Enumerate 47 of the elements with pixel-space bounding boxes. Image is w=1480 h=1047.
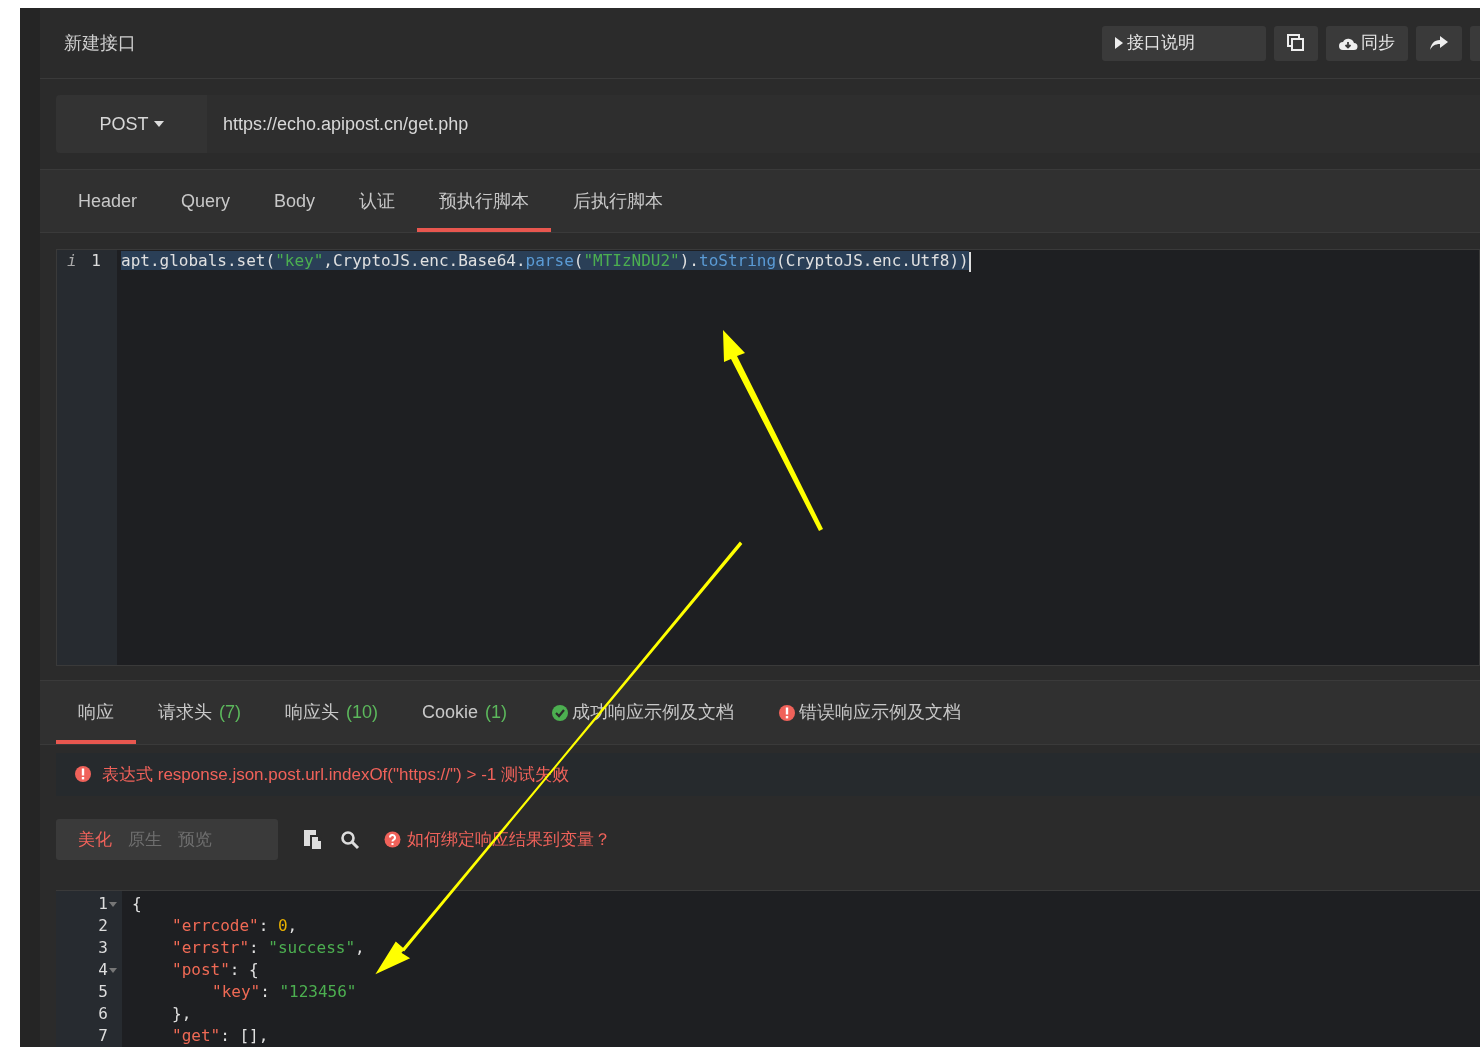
code-line: "get": [], [172, 1025, 269, 1047]
request-tab[interactable]: 预执行脚本 [417, 170, 552, 233]
fold-icon [109, 967, 117, 973]
request-tab[interactable]: 后执行脚本 [551, 170, 686, 233]
copy-icon [1287, 34, 1305, 52]
info-marker: i [67, 250, 77, 273]
response-tab[interactable]: 错误响应示例及文档 [756, 681, 984, 744]
line-number: 7 [98, 1025, 108, 1047]
code-line: "errcode": 0, [172, 915, 298, 937]
response-tab[interactable]: 请求头 (7) [136, 681, 263, 744]
url-field[interactable]: https://echo.apipost.cn/get.php [207, 95, 1480, 154]
request-tab[interactable]: 认证 [337, 170, 418, 233]
line-number: 4 [98, 959, 108, 981]
caret-icon [153, 121, 164, 128]
request-tab[interactable]: Query [159, 170, 253, 233]
check-circle-icon [551, 703, 570, 722]
line-number: 6 [98, 1003, 108, 1025]
code-line: "post": { [172, 959, 259, 981]
code-line: "errstr": "success", [172, 937, 365, 959]
code-line: "key": "123456" [212, 981, 357, 1003]
page-title: 新建接口 [64, 31, 136, 55]
warning-circle-icon [74, 765, 92, 784]
fold-icon [109, 901, 117, 907]
sync-button[interactable]: 同步 [1326, 25, 1408, 61]
help-icon [384, 831, 401, 848]
method-dropdown[interactable]: POST [56, 95, 207, 154]
warning-circle-icon [778, 703, 797, 722]
search-icon[interactable] [340, 829, 360, 850]
play-icon [1114, 36, 1124, 50]
request-tab[interactable]: Body [252, 170, 338, 233]
line-number: 1 [91, 250, 101, 273]
line-number: 1 [98, 893, 108, 915]
paste-icon[interactable] [302, 828, 324, 851]
code-line: }, [172, 1003, 192, 1025]
doc-button[interactable]: 接口说明 [1102, 25, 1266, 61]
response-tab[interactable]: 响应头 (10) [263, 681, 400, 744]
line-number: 5 [98, 981, 108, 1003]
copy-button[interactable] [1274, 25, 1318, 61]
code-line: { [132, 893, 142, 915]
share-button[interactable] [1416, 25, 1462, 61]
line-number: 2 [98, 915, 108, 937]
request-tab[interactable]: Header [56, 170, 160, 233]
view-mode-tab[interactable]: 美化 [70, 826, 120, 853]
response-tab[interactable]: Cookie (1) [400, 681, 530, 744]
line-number: 3 [98, 937, 108, 959]
share-icon [1429, 35, 1449, 51]
response-tab[interactable]: 响应 [56, 681, 136, 744]
